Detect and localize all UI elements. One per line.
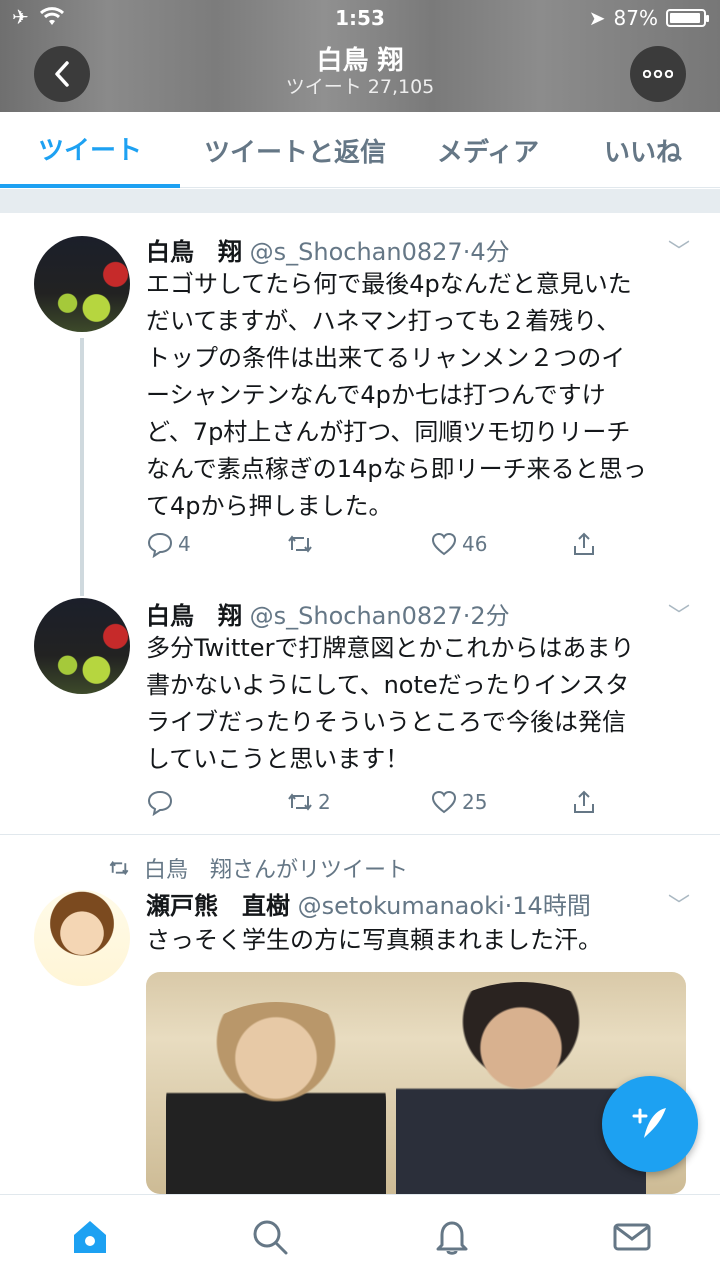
- retweet-icon: [288, 793, 312, 811]
- tweet-count: ツイート 27,105: [285, 76, 435, 98]
- author-name[interactable]: 白鳥 翔: [146, 238, 242, 266]
- chevron-down-icon[interactable]: ﹀: [668, 598, 690, 630]
- share-button[interactable]: [570, 530, 598, 558]
- tweet-actions: 2 25: [146, 788, 606, 822]
- status-bar: ✈ 1:53 ➤ 87%: [0, 0, 720, 38]
- avatar[interactable]: [34, 890, 130, 986]
- tweet-line: していこうと思います！: [146, 745, 410, 773]
- battery-percent: 87%: [613, 6, 658, 30]
- tab-likes[interactable]: いいね: [580, 112, 706, 188]
- tweet-line: なんで素点稼ぎの14pなら即リーチ来ると思っ: [146, 455, 647, 483]
- messages-icon[interactable]: [612, 1217, 652, 1257]
- location-icon: ➤: [588, 6, 606, 30]
- author-name[interactable]: 白鳥 翔: [146, 602, 242, 630]
- tweet-line: さっそく学生の方に写真頼まれました汗。: [146, 926, 602, 954]
- photo-person: [396, 982, 646, 1194]
- thread-connector: [80, 338, 84, 596]
- chevron-down-icon[interactable]: ﹀: [668, 234, 690, 266]
- compose-icon: [632, 1108, 666, 1138]
- share-icon: [574, 532, 594, 555]
- tweet-line: トップの条件は出来てるリャンメン２つのイ: [146, 344, 626, 372]
- tweet-header: 白鳥 翔 @s_Shochan0827·4分: [146, 238, 510, 266]
- like-icon: [431, 532, 457, 556]
- tweet-line: 多分Twitterで打牌意図とかこれからはあまり: [146, 634, 635, 662]
- share-button[interactable]: [570, 788, 598, 816]
- tab-tweets[interactable]: ツイート: [0, 112, 180, 188]
- section-separator: [0, 189, 720, 213]
- profile-tabs: ツイート ツイートと返信 メディア いいね: [0, 112, 720, 188]
- like-count: 25: [462, 790, 488, 814]
- tweet-line: ど、7p村上さんが打つ、同順ツモ切りリーチ: [146, 418, 631, 446]
- author-handle: @s_Shochan0827: [249, 602, 463, 630]
- retweet-button[interactable]: [286, 530, 318, 558]
- tweet-header: 瀬戸熊 直樹 @setokumanaoki·14時間: [146, 892, 591, 920]
- notifications-icon[interactable]: [432, 1217, 472, 1257]
- reply-icon: [147, 790, 173, 816]
- retweet-count: 2: [318, 790, 331, 814]
- tweet-text: 多分Twitterで打牌意図とかこれからはあまり 書かないようにして、noteだ…: [146, 630, 686, 778]
- tab-tweets-and-replies[interactable]: ツイートと返信: [190, 112, 400, 188]
- profile-header: ✈ 1:53 ➤ 87% 白鳥 翔 ツイート 27,105: [0, 0, 720, 112]
- reply-count: 4: [178, 532, 191, 556]
- tweet-time: 4分: [470, 238, 510, 266]
- retweet-icon: [288, 535, 312, 553]
- retweet-button[interactable]: 2: [286, 788, 331, 816]
- like-icon: [431, 790, 457, 814]
- tweet-line: ーシャンテンなんで4pか七は打つんですけ: [146, 381, 606, 409]
- tweet-header: 白鳥 翔 @s_Shochan0827·2分: [146, 602, 510, 630]
- battery-icon: [666, 9, 709, 27]
- tweet-divider: [0, 834, 720, 835]
- author-handle: @s_Shochan0827: [249, 238, 463, 266]
- author-name[interactable]: 瀬戸熊 直樹: [146, 892, 290, 920]
- like-button[interactable]: 25: [430, 788, 487, 816]
- author-handle: @setokumanaoki: [297, 892, 505, 920]
- bottom-nav: [0, 1194, 720, 1280]
- tweet-line: エゴサしてたら何で最後4pなんだと意見いた: [146, 270, 632, 298]
- more-icon: [643, 70, 673, 78]
- tweet-text: エゴサしてたら何で最後4pなんだと意見いた だいてますが、ハネマン打っても２着残…: [146, 266, 686, 525]
- tweet-photo[interactable]: [146, 972, 686, 1194]
- retweet-context: 白鳥 翔さんがリツイート: [106, 852, 408, 884]
- tweet-line: て4pから押しました。: [146, 492, 393, 520]
- status-right: ➤ 87%: [588, 6, 709, 30]
- avatar[interactable]: [34, 236, 130, 332]
- reply-button[interactable]: [146, 788, 178, 816]
- tweet-line: ライブだったりそういうところで今後は発信: [146, 708, 626, 736]
- compose-button[interactable]: [602, 1076, 698, 1172]
- like-button[interactable]: 46: [430, 530, 487, 558]
- tweet-line: 書かないようにして、noteだったりインスタ: [146, 671, 630, 699]
- more-button[interactable]: [630, 46, 686, 102]
- tweet-text: さっそく学生の方に写真頼まれました汗。: [146, 922, 686, 959]
- avatar[interactable]: [34, 598, 130, 694]
- search-icon[interactable]: [250, 1217, 290, 1257]
- tweet-line: だいてますが、ハネマン打っても２着残り、: [146, 307, 621, 335]
- reply-button[interactable]: 4: [146, 530, 191, 558]
- retweeted-by[interactable]: 白鳥 翔さんがリツイート: [144, 852, 408, 884]
- tweet-time: 14時間: [512, 892, 591, 920]
- tab-media[interactable]: メディア: [418, 112, 558, 188]
- tweet-actions: 4 46: [146, 530, 606, 564]
- share-icon: [574, 790, 594, 813]
- reply-icon: [147, 532, 173, 558]
- photo-person: [166, 1002, 386, 1194]
- retweet-icon: [109, 860, 129, 876]
- like-count: 46: [462, 532, 488, 556]
- chevron-down-icon[interactable]: ﹀: [668, 888, 690, 920]
- home-icon[interactable]: [70, 1217, 110, 1257]
- tweet-time: 2分: [470, 602, 510, 630]
